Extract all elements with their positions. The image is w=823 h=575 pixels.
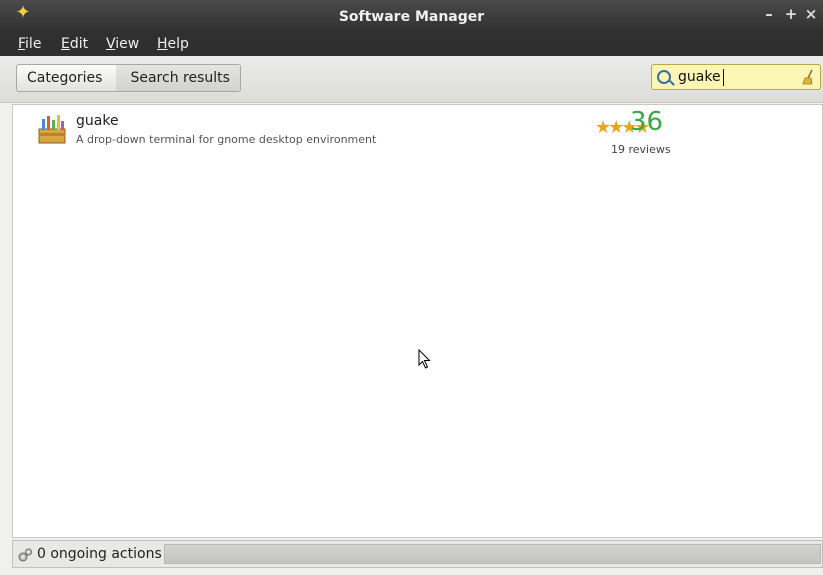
breadcrumb: Categories Search results xyxy=(16,64,241,92)
search-input[interactable]: guake xyxy=(651,64,821,90)
search-icon xyxy=(657,70,671,84)
toolbar: Categories Search results guake xyxy=(0,56,823,103)
results-list: guake A drop-down terminal for gnome des… xyxy=(12,104,823,538)
status-bar: 0 ongoing actions xyxy=(12,540,823,568)
status-text: 0 ongoing actions xyxy=(37,546,162,562)
rating-score: 36 xyxy=(630,107,664,137)
text-caret xyxy=(723,69,724,86)
breadcrumb-search-results[interactable]: Search results xyxy=(116,65,240,91)
menu-help[interactable]: Help xyxy=(157,36,189,52)
minimize-button[interactable]: – xyxy=(762,6,776,22)
close-button[interactable]: × xyxy=(804,6,818,22)
menu-bar: File Edit View Help xyxy=(0,34,823,56)
package-description: A drop-down terminal for gnome desktop e… xyxy=(76,133,377,146)
broom-icon[interactable] xyxy=(802,69,814,85)
search-value[interactable]: guake xyxy=(678,69,721,85)
progress-bar xyxy=(164,544,821,564)
package-icon xyxy=(38,115,66,144)
title-bar: ✦ Software Manager – + × xyxy=(0,0,823,34)
breadcrumb-categories[interactable]: Categories xyxy=(17,65,116,91)
mouse-cursor-icon xyxy=(418,349,431,369)
menu-edit[interactable]: Edit xyxy=(61,36,88,52)
gears-icon xyxy=(18,548,32,562)
window-title: Software Manager xyxy=(338,9,485,25)
review-count: 19 reviews xyxy=(611,143,671,156)
list-item[interactable]: guake A drop-down terminal for gnome des… xyxy=(13,105,822,156)
menu-view[interactable]: View xyxy=(106,36,139,52)
maximize-button[interactable]: + xyxy=(784,6,798,22)
package-name: guake xyxy=(76,113,119,129)
menu-file[interactable]: File xyxy=(18,36,41,52)
